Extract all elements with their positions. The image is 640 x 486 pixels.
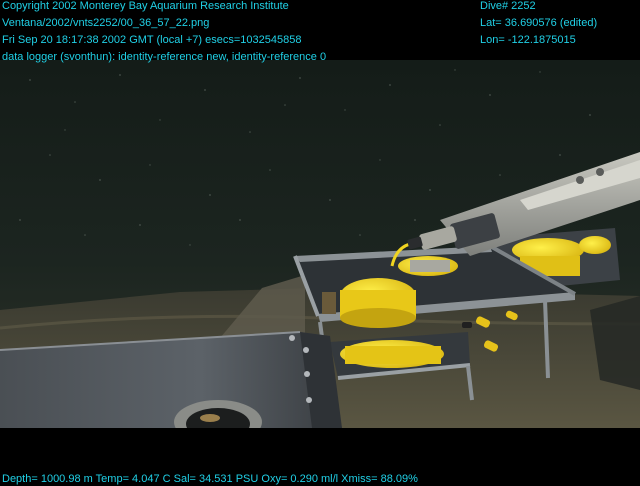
seafloor-scene xyxy=(0,60,640,428)
data-logger-line: data logger (svonthun): identity-referen… xyxy=(2,51,327,63)
dive-number: Dive# 2252 xyxy=(480,0,536,12)
image-path: Ventana/2002/vnts2252/00_36_57_22.png xyxy=(2,17,210,29)
vehicle-panel xyxy=(0,331,342,428)
header-left: Copyright 2002 Monterey Bay Aquarium Res… xyxy=(2,0,326,66)
video-frame: Copyright 2002 Monterey Bay Aquarium Res… xyxy=(0,0,640,486)
copyright-line: Copyright 2002 Monterey Bay Aquarium Res… xyxy=(2,0,289,12)
sensor-readout: Depth= 1000.98 m Temp= 4.047 C Sal= 34.5… xyxy=(2,473,418,485)
timestamp-line: Fri Sep 20 18:17:38 2002 GMT (local +7) … xyxy=(2,34,302,46)
longitude: Lon= -122.1875015 xyxy=(480,34,576,46)
latitude: Lat= 36.690576 (edited) xyxy=(480,17,598,29)
header-right: Dive# 2252 Lat= 36.690576 (edited) Lon= … xyxy=(480,0,597,49)
